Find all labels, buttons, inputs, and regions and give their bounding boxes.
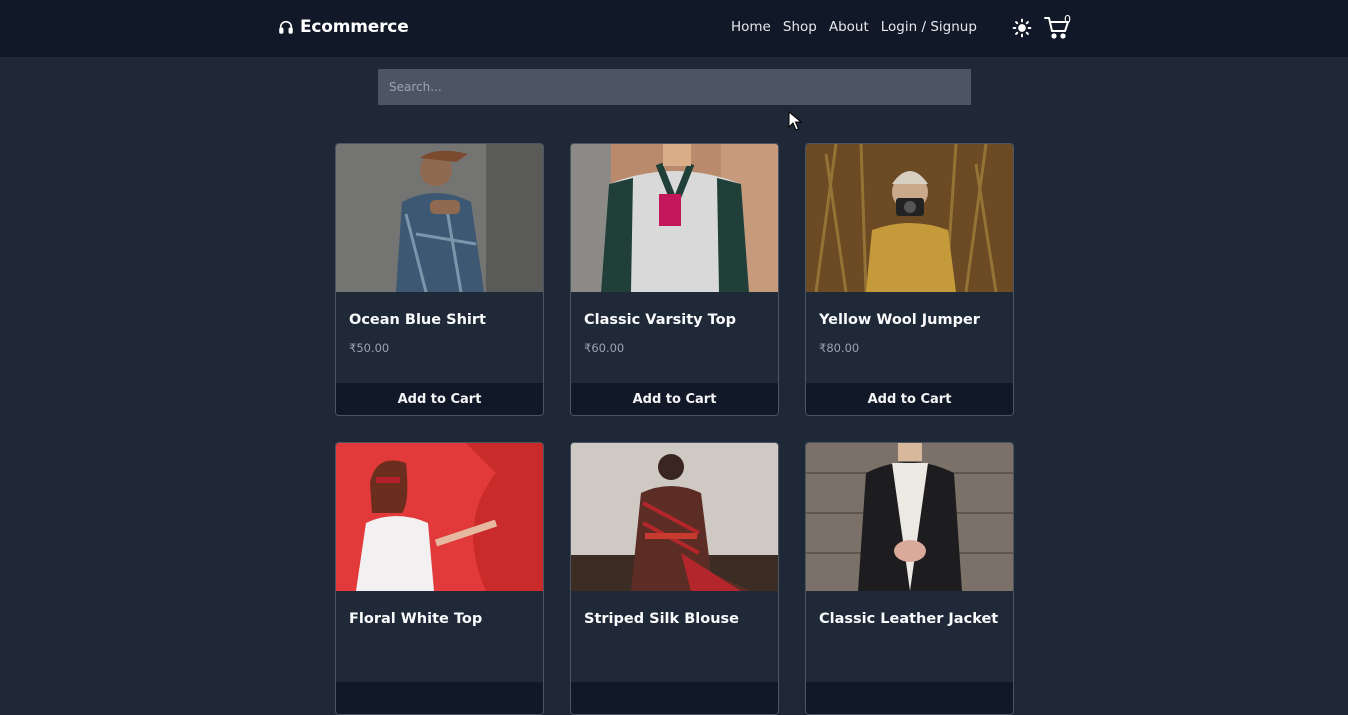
product-image[interactable] — [571, 443, 778, 591]
product-price: ₹60.00 — [584, 341, 625, 355]
nav-link-shop[interactable]: Shop — [783, 19, 817, 35]
product-price: ₹50.00 — [349, 341, 390, 355]
product-price: ₹80.00 — [819, 341, 860, 355]
nav-links: Home Shop About Login / Signup — [731, 19, 977, 35]
nav-link-about[interactable]: About — [829, 19, 869, 35]
product-name[interactable]: Striped Silk Blouse — [584, 611, 739, 627]
product-image[interactable] — [806, 144, 1013, 292]
brand-logo[interactable]: Ecommerce — [278, 17, 409, 37]
product-image[interactable] — [571, 144, 778, 292]
nav-link-home[interactable]: Home — [731, 19, 771, 35]
product-card[interactable]: Striped Silk Blouse — [570, 442, 779, 715]
product-name[interactable]: Ocean Blue Shirt — [349, 312, 486, 328]
product-card[interactable]: Floral White Top — [335, 442, 544, 715]
navbar: Ecommerce Home Shop About Login / Signup… — [0, 0, 1348, 57]
add-to-cart-button[interactable] — [571, 682, 778, 714]
headphones-icon — [279, 20, 293, 34]
product-image[interactable] — [806, 443, 1013, 591]
product-name[interactable]: Yellow Wool Jumper — [819, 312, 980, 328]
product-card[interactable]: Ocean Blue Shirt ₹50.00 Add to Cart — [335, 143, 544, 416]
add-to-cart-button[interactable]: Add to Cart — [806, 383, 1013, 415]
add-to-cart-button[interactable]: Add to Cart — [571, 383, 778, 415]
product-card[interactable]: Yellow Wool Jumper ₹80.00 Add to Cart — [805, 143, 1014, 416]
product-image[interactable] — [336, 443, 543, 591]
product-image[interactable] — [336, 144, 543, 292]
brand-name: Ecommerce — [300, 17, 409, 37]
mouse-pointer-icon — [788, 111, 802, 131]
add-to-cart-button[interactable] — [806, 682, 1013, 714]
product-name[interactable]: Classic Varsity Top — [584, 312, 736, 328]
sun-icon[interactable] — [1012, 18, 1032, 38]
product-name[interactable]: Classic Leather Jacket — [819, 611, 998, 627]
search-input[interactable] — [378, 69, 971, 105]
product-card[interactable]: Classic Varsity Top ₹60.00 Add to Cart — [570, 143, 779, 416]
add-to-cart-button[interactable]: Add to Cart — [336, 383, 543, 415]
cart-count-badge: 0 — [1064, 13, 1071, 26]
add-to-cart-button[interactable] — [336, 682, 543, 714]
nav-link-login-signup[interactable]: Login / Signup — [881, 19, 977, 35]
product-card[interactable]: Classic Leather Jacket — [805, 442, 1014, 715]
product-name[interactable]: Floral White Top — [349, 611, 482, 627]
